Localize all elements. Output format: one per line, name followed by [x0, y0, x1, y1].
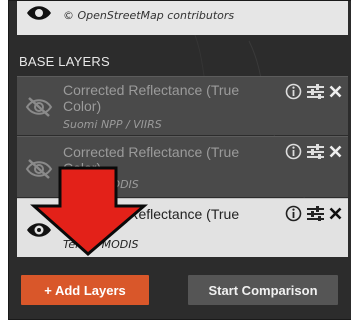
- layer-tools: [285, 83, 342, 100]
- close-icon[interactable]: [329, 207, 342, 220]
- close-icon[interactable]: [329, 145, 342, 158]
- info-icon[interactable]: [285, 143, 302, 160]
- base-layers-header: BASE LAYERS: [19, 54, 110, 69]
- layer-title: Corrected Reflectance (True Color): [63, 82, 240, 114]
- layers-panel: © OpenStreetMap contributors BASE LAYERS…: [8, 0, 351, 320]
- overlay-layer-osm[interactable]: © OpenStreetMap contributors: [17, 1, 348, 35]
- layer-attribution: © OpenStreetMap contributors: [63, 9, 235, 22]
- layer-subtitle: Suomi NPP / VIIRS: [63, 118, 162, 131]
- add-layers-button[interactable]: + Add Layers: [21, 275, 149, 305]
- eye-slash-icon[interactable]: [25, 95, 53, 119]
- info-icon[interactable]: [285, 83, 302, 100]
- layer-tools: [285, 205, 342, 222]
- info-icon[interactable]: [285, 205, 302, 222]
- sliders-icon[interactable]: [307, 84, 324, 99]
- red-down-arrow-annotation: [30, 166, 148, 256]
- close-icon[interactable]: [329, 85, 342, 98]
- sliders-icon[interactable]: [307, 144, 324, 159]
- sliders-icon[interactable]: [307, 206, 324, 221]
- layer-tools: [285, 143, 342, 160]
- base-layer-item[interactable]: Corrected Reflectance (True Color) Suomi…: [17, 76, 348, 135]
- start-comparison-button[interactable]: Start Comparison: [188, 275, 338, 305]
- eye-icon[interactable]: [25, 1, 53, 25]
